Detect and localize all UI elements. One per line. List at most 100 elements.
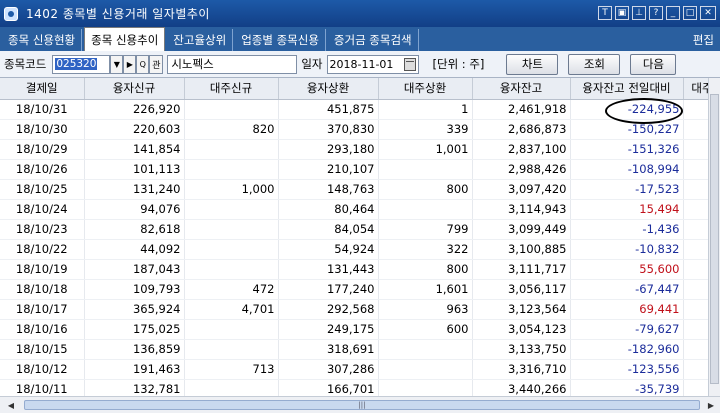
cell-change: -10,832 xyxy=(570,239,684,260)
table-row[interactable]: 18/10/29 141,854 293,180 1,001 2,837,100 -151… xyxy=(0,139,708,160)
cell-short-repay: 1,601 xyxy=(378,279,473,300)
table-row[interactable]: 18/10/15 136,859 318,691 3,133,750 -182,960 xyxy=(0,339,708,360)
scroll-left-icon[interactable]: ◀ xyxy=(4,399,18,411)
dropdown-arrow-icon[interactable]: ▼ xyxy=(110,54,124,74)
search-button[interactable]: Q xyxy=(136,54,150,74)
cell-change: 55,600 xyxy=(570,259,684,280)
cell-change: -108,994 xyxy=(570,159,684,180)
cell-short-repay: 1 xyxy=(378,99,473,120)
cell-short-repay: 800 xyxy=(378,179,473,200)
cell-short-new xyxy=(184,259,279,280)
cell-loan-repay: 292,568 xyxy=(278,299,379,320)
tab-credit-trend[interactable]: 종목 신용추이 xyxy=(84,27,166,51)
minimize-icon[interactable]: _ xyxy=(666,6,680,20)
cell-loan-new: 141,854 xyxy=(84,139,185,160)
cell-short xyxy=(683,259,708,280)
vertical-scrollbar[interactable] xyxy=(708,78,720,396)
maximize-icon[interactable]: □ xyxy=(683,6,697,20)
table-row[interactable]: 18/10/17 365,924 4,701 292,568 963 3,123,564 6… xyxy=(0,299,708,320)
col-header-date[interactable]: 결제일 xyxy=(0,78,85,100)
horizontal-scrollbar[interactable]: ◀ ||| ▶ xyxy=(0,396,720,413)
cell-date: 18/10/26 xyxy=(0,159,85,180)
cell-loan-repay: 177,240 xyxy=(278,279,379,300)
table-row[interactable]: 18/10/11 132,781 166,701 3,440,266 -35,739 xyxy=(0,379,708,396)
cell-short-repay xyxy=(378,359,473,380)
cell-loan-new: 187,043 xyxy=(84,259,185,280)
horizontal-scroll-thumb[interactable]: ||| xyxy=(24,400,700,410)
next-button[interactable]: 다음 xyxy=(630,53,677,75)
date-field[interactable]: 2018-11-01 xyxy=(326,54,419,74)
cell-loan-new: 136,859 xyxy=(84,339,185,360)
cell-date: 18/10/17 xyxy=(0,299,85,320)
cell-short xyxy=(683,359,708,380)
table-row[interactable]: 18/10/22 44,092 54,924 322 3,100,885 -10,832 xyxy=(0,239,708,260)
cell-short-repay xyxy=(378,339,473,360)
related-button[interactable]: 관 xyxy=(149,54,164,74)
col-header-loan-new[interactable]: 융자신규 xyxy=(84,78,185,100)
cell-short-new xyxy=(184,199,279,220)
app-icon xyxy=(4,6,18,21)
cell-loan-repay: 84,054 xyxy=(278,219,379,240)
chart-button[interactable]: 차트 xyxy=(506,53,559,75)
table-row[interactable]: 18/10/19 187,043 131,443 800 3,111,717 55,600 xyxy=(0,259,708,280)
col-header-short-repay[interactable]: 대주상환 xyxy=(378,78,473,100)
query-button[interactable]: 조회 xyxy=(568,53,621,75)
col-header-short[interactable]: 대주 xyxy=(683,78,708,100)
col-header-balance[interactable]: 융자잔고 xyxy=(472,78,571,100)
link-icon[interactable]: ▣ xyxy=(615,6,629,20)
table-row[interactable]: 18/10/26 101,113 210,107 2,988,426 -108,994 xyxy=(0,159,708,180)
cell-short xyxy=(683,379,708,396)
stock-code-input[interactable]: 025320 xyxy=(52,54,111,74)
close-icon[interactable]: ✕ xyxy=(700,6,716,20)
vertical-scroll-thumb[interactable] xyxy=(710,94,719,384)
calendar-icon[interactable] xyxy=(403,57,416,71)
cell-short xyxy=(683,179,708,200)
cell-loan-new: 131,240 xyxy=(84,179,185,200)
cell-balance: 3,111,717 xyxy=(472,259,571,280)
cell-date: 18/10/24 xyxy=(0,199,85,220)
cell-change: -79,627 xyxy=(570,319,684,340)
table-row[interactable]: 18/10/25 131,240 1,000 148,763 800 3,097,420-… xyxy=(0,179,708,200)
cell-date: 18/10/23 xyxy=(0,219,85,240)
cell-short xyxy=(683,139,708,160)
table-row[interactable]: 18/10/30 220,603 820 370,830 339 2,686,873 -15… xyxy=(0,119,708,140)
date-label: 일자 xyxy=(301,57,323,71)
scroll-right-icon[interactable]: ▶ xyxy=(704,399,718,411)
cell-balance: 3,056,117 xyxy=(472,279,571,300)
table-row[interactable]: 18/10/24 94,076 80,464 3,114,943 15,494 xyxy=(0,199,708,220)
tab-margin-search[interactable]: 증거금 종목검색 xyxy=(328,29,419,51)
cell-date: 18/10/31 xyxy=(0,99,85,120)
cell-short-new xyxy=(184,99,279,120)
help-icon[interactable]: ? xyxy=(649,6,663,20)
cell-balance: 2,837,100 xyxy=(472,139,571,160)
tab-sector-credit[interactable]: 업종별 종목신용 xyxy=(235,29,326,51)
table-row[interactable]: 18/10/16 175,025 249,175 600 3,054,123 -79,62… xyxy=(0,319,708,340)
cell-loan-new: 220,603 xyxy=(84,119,185,140)
cell-short-new xyxy=(184,239,279,260)
tab-credit-status[interactable]: 종목 신용현황 xyxy=(2,29,83,51)
stock-name-field[interactable]: 시노펙스 xyxy=(167,54,298,74)
next-arrow-icon[interactable]: ▶ xyxy=(123,54,137,74)
col-header-short-new[interactable]: 대주신규 xyxy=(184,78,279,100)
cell-balance: 3,100,885 xyxy=(472,239,571,260)
tab-balance-top[interactable]: 잔고율상위 xyxy=(167,29,234,51)
cell-loan-repay: 370,830 xyxy=(278,119,379,140)
cell-short-new: 1,000 xyxy=(184,179,279,200)
cell-short xyxy=(683,299,708,320)
credit-trend-grid[interactable]: 결제일 융자신규 대주신규 융자상환 대주상환 융자잔고 융자잔고 전일대비 대… xyxy=(0,78,708,396)
title-bar: 1402 종목별 신용거래 일자별추이 T ▣ ⊥ ? _ □ ✕ xyxy=(0,0,720,27)
cell-short xyxy=(683,119,708,140)
cell-short-new xyxy=(184,379,279,396)
col-header-loan-repay[interactable]: 융자상환 xyxy=(278,78,379,100)
table-row[interactable]: 18/10/23 82,618 84,054 799 3,099,449 -1,436 xyxy=(0,219,708,240)
info-icon[interactable]: T xyxy=(598,6,612,20)
table-row[interactable]: 18/10/12 191,463 713 307,286 3,316,710 -123,5… xyxy=(0,359,708,380)
edit-button[interactable]: 편집 xyxy=(687,29,720,51)
cell-change: -182,960 xyxy=(570,339,684,360)
table-row[interactable]: 18/10/18 109,793 472 177,240 1,601 3,056,117-… xyxy=(0,279,708,300)
table-row[interactable]: 18/10/31 226,920 451,875 1 2,461,918 -224,955 xyxy=(0,99,708,120)
col-header-change[interactable]: 융자잔고 전일대비 xyxy=(570,78,684,100)
pin-icon[interactable]: ⊥ xyxy=(632,6,646,20)
cell-date: 18/10/11 xyxy=(0,379,85,396)
cell-short-repay: 322 xyxy=(378,239,473,260)
